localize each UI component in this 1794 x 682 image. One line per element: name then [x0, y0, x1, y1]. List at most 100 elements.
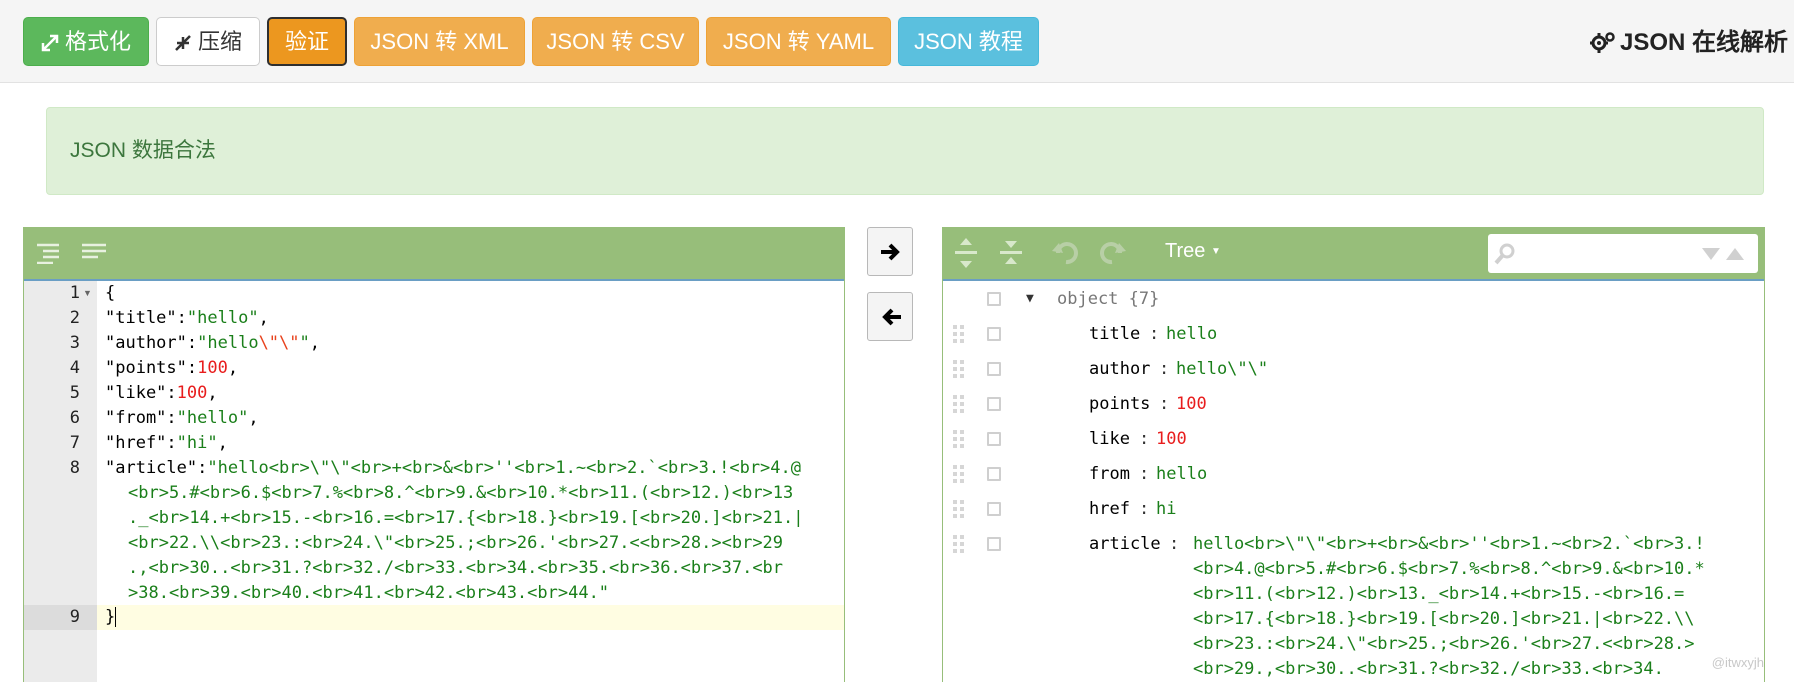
- site-brand[interactable]: JSON 在线解析: [1589, 22, 1788, 57]
- format-indent-icon[interactable]: [35, 242, 61, 264]
- tree-root-row[interactable]: ▼ object {7}: [943, 281, 1764, 317]
- tree-row-href[interactable]: href : hi: [943, 491, 1764, 527]
- field-value[interactable]: hi: [1156, 491, 1176, 527]
- field-key[interactable]: title: [1089, 316, 1140, 352]
- field-key[interactable]: points: [1089, 386, 1150, 422]
- context-menu-toggle[interactable]: [987, 362, 1001, 376]
- code-editor-panel: 1 ▼ 2 3 4 5 6 7 8 9 { "title":"hello", "…: [23, 227, 845, 682]
- root-object-label: object {7}: [1057, 289, 1160, 309]
- validation-alert: JSON 数据合法: [46, 107, 1764, 195]
- field-key[interactable]: article: [1089, 526, 1161, 562]
- field-value[interactable]: 100: [1156, 421, 1187, 457]
- compress-label: 压缩: [197, 29, 242, 54]
- context-menu-toggle[interactable]: [987, 537, 1001, 551]
- validate-label: 验证: [284, 29, 329, 54]
- drag-handle-icon[interactable]: [953, 395, 965, 413]
- tree-row-points[interactable]: points : 100: [943, 386, 1764, 422]
- context-menu-toggle[interactable]: [987, 502, 1001, 516]
- json-to-xml-button[interactable]: JSON 转 XML: [354, 17, 525, 66]
- code-line-wrap: ._<br>14.+<br>15.-<br>16.=<br>17.{<br>18…: [128, 508, 804, 528]
- field-key[interactable]: from: [1089, 456, 1130, 492]
- copy-to-tree-button[interactable]: [867, 227, 913, 276]
- code-line: "title":"hello",: [105, 308, 269, 328]
- line-number: 8: [69, 458, 80, 478]
- code-text-area[interactable]: { "title":"hello", "author":"hello\"\"",…: [97, 281, 844, 682]
- tree-row-from[interactable]: from : hello: [943, 456, 1764, 492]
- field-value[interactable]: hello<br>\"\"<br>+<br>&<br>''<br>1.~<br>…: [1193, 532, 1705, 682]
- compact-lines-icon[interactable]: [81, 242, 107, 264]
- field-value[interactable]: hello: [1156, 456, 1207, 492]
- expand-all-icon[interactable]: [954, 238, 978, 268]
- validate-button[interactable]: 验证: [267, 17, 347, 66]
- drag-handle-icon[interactable]: [953, 535, 965, 553]
- gears-icon: [1589, 32, 1615, 53]
- field-value[interactable]: hello: [1166, 316, 1217, 352]
- key-separator: :: [1139, 429, 1150, 449]
- undo-icon[interactable]: [1052, 239, 1080, 267]
- view-mode-dropdown[interactable]: Tree ▼: [1165, 240, 1221, 263]
- collapse-arrow-icon[interactable]: ▼: [1026, 281, 1034, 317]
- context-menu-toggle[interactable]: [987, 292, 1001, 306]
- copy-to-code-button[interactable]: [867, 292, 913, 341]
- arrow-left-icon: [882, 308, 901, 326]
- drag-handle-icon[interactable]: [953, 325, 965, 343]
- drag-handle-icon[interactable]: [953, 360, 965, 378]
- drag-handle-icon[interactable]: [953, 430, 965, 448]
- value-line: <br>11.(<br>12.)<br>13._<br>14.+<br>15.-…: [1193, 584, 1685, 604]
- watermark: @itwxyjh: [1711, 655, 1764, 670]
- value-line: <br>23.:<br>24.\"<br>25.;<br>26.'<br>27.…: [1193, 634, 1695, 654]
- json-tutorial-button[interactable]: JSON 教程: [898, 17, 1039, 66]
- context-menu-toggle[interactable]: [987, 467, 1001, 481]
- drag-handle-icon[interactable]: [953, 465, 965, 483]
- code-line: "like":100,: [105, 383, 218, 403]
- code-line: }: [105, 607, 117, 627]
- key-separator: :: [1159, 359, 1170, 379]
- line-number: 1: [69, 283, 80, 303]
- tree-toolbar: Tree ▼: [943, 228, 1764, 281]
- json-to-yaml-button[interactable]: JSON 转 YAML: [706, 17, 891, 66]
- tree-row-author[interactable]: author : hello\"\": [943, 351, 1764, 387]
- tree-search-box[interactable]: [1488, 234, 1758, 273]
- context-menu-toggle[interactable]: [987, 397, 1001, 411]
- json-to-yaml-label: JSON 转 YAML: [722, 29, 875, 54]
- json-to-xml-label: JSON 转 XML: [370, 29, 509, 54]
- code-line-wrap: .,<br>30..<br>31.?<br>32./<br>33.<br>34.…: [128, 558, 784, 578]
- active-line-highlight: [97, 605, 844, 630]
- search-previous-icon[interactable]: [1725, 247, 1745, 261]
- collapse-all-icon[interactable]: [999, 238, 1023, 268]
- code-line: "points":100,: [105, 358, 239, 378]
- field-key[interactable]: author: [1089, 351, 1150, 387]
- json-to-csv-button[interactable]: JSON 转 CSV: [532, 17, 699, 66]
- drag-handle-icon[interactable]: [953, 500, 965, 518]
- compress-button[interactable]: 压缩: [156, 17, 260, 66]
- fold-arrow-icon[interactable]: ▼: [83, 281, 92, 306]
- code-line-wrap: <br>22.\\<br>23.:<br>24.\"<br>25.;<br>26…: [128, 533, 784, 553]
- line-number: 7: [69, 433, 80, 453]
- search-icon: [1494, 243, 1515, 265]
- value-line: <br>4.@<br>5.#<br>6.$<br>7.%<br>8.^<br>9…: [1193, 559, 1705, 579]
- key-separator: :: [1159, 394, 1170, 414]
- redo-icon[interactable]: [1098, 239, 1126, 267]
- tree-row-like[interactable]: like : 100: [943, 421, 1764, 457]
- editor-toolbar: [24, 228, 844, 281]
- field-value[interactable]: hello\"\": [1176, 351, 1268, 387]
- context-menu-toggle[interactable]: [987, 432, 1001, 446]
- field-value[interactable]: 100: [1176, 386, 1207, 422]
- code-line: "author":"hello\"\"",: [105, 333, 321, 353]
- text-cursor: [115, 607, 117, 627]
- code-line-wrap: <br>5.#<br>6.$<br>7.%<br>8.^<br>9.&<br>1…: [128, 483, 794, 503]
- view-mode-label: Tree: [1165, 240, 1206, 262]
- format-button[interactable]: 格式化: [23, 17, 149, 66]
- field-key[interactable]: like: [1089, 421, 1130, 457]
- line-number-gutter: 1 ▼ 2 3 4 5 6 7 8 9: [24, 281, 97, 682]
- json-tutorial-label: JSON 教程: [914, 29, 1023, 54]
- code-line: "href":"hi",: [105, 433, 228, 453]
- code-line-wrap: >38.<br>39.<br>40.<br>41.<br>42.<br>43.<…: [128, 583, 610, 603]
- line-number: 2: [69, 308, 80, 328]
- tree-row-article[interactable]: article : hello<br>\"\"<br>+<br>&<br>''<…: [943, 526, 1764, 682]
- field-key[interactable]: href: [1089, 491, 1130, 527]
- search-next-icon[interactable]: [1701, 247, 1721, 261]
- tree-row-title[interactable]: title : hello: [943, 316, 1764, 352]
- value-line: <br>17.{<br>18.}<br>19.[<br>20.]<br>21.|…: [1193, 609, 1695, 629]
- context-menu-toggle[interactable]: [987, 327, 1001, 341]
